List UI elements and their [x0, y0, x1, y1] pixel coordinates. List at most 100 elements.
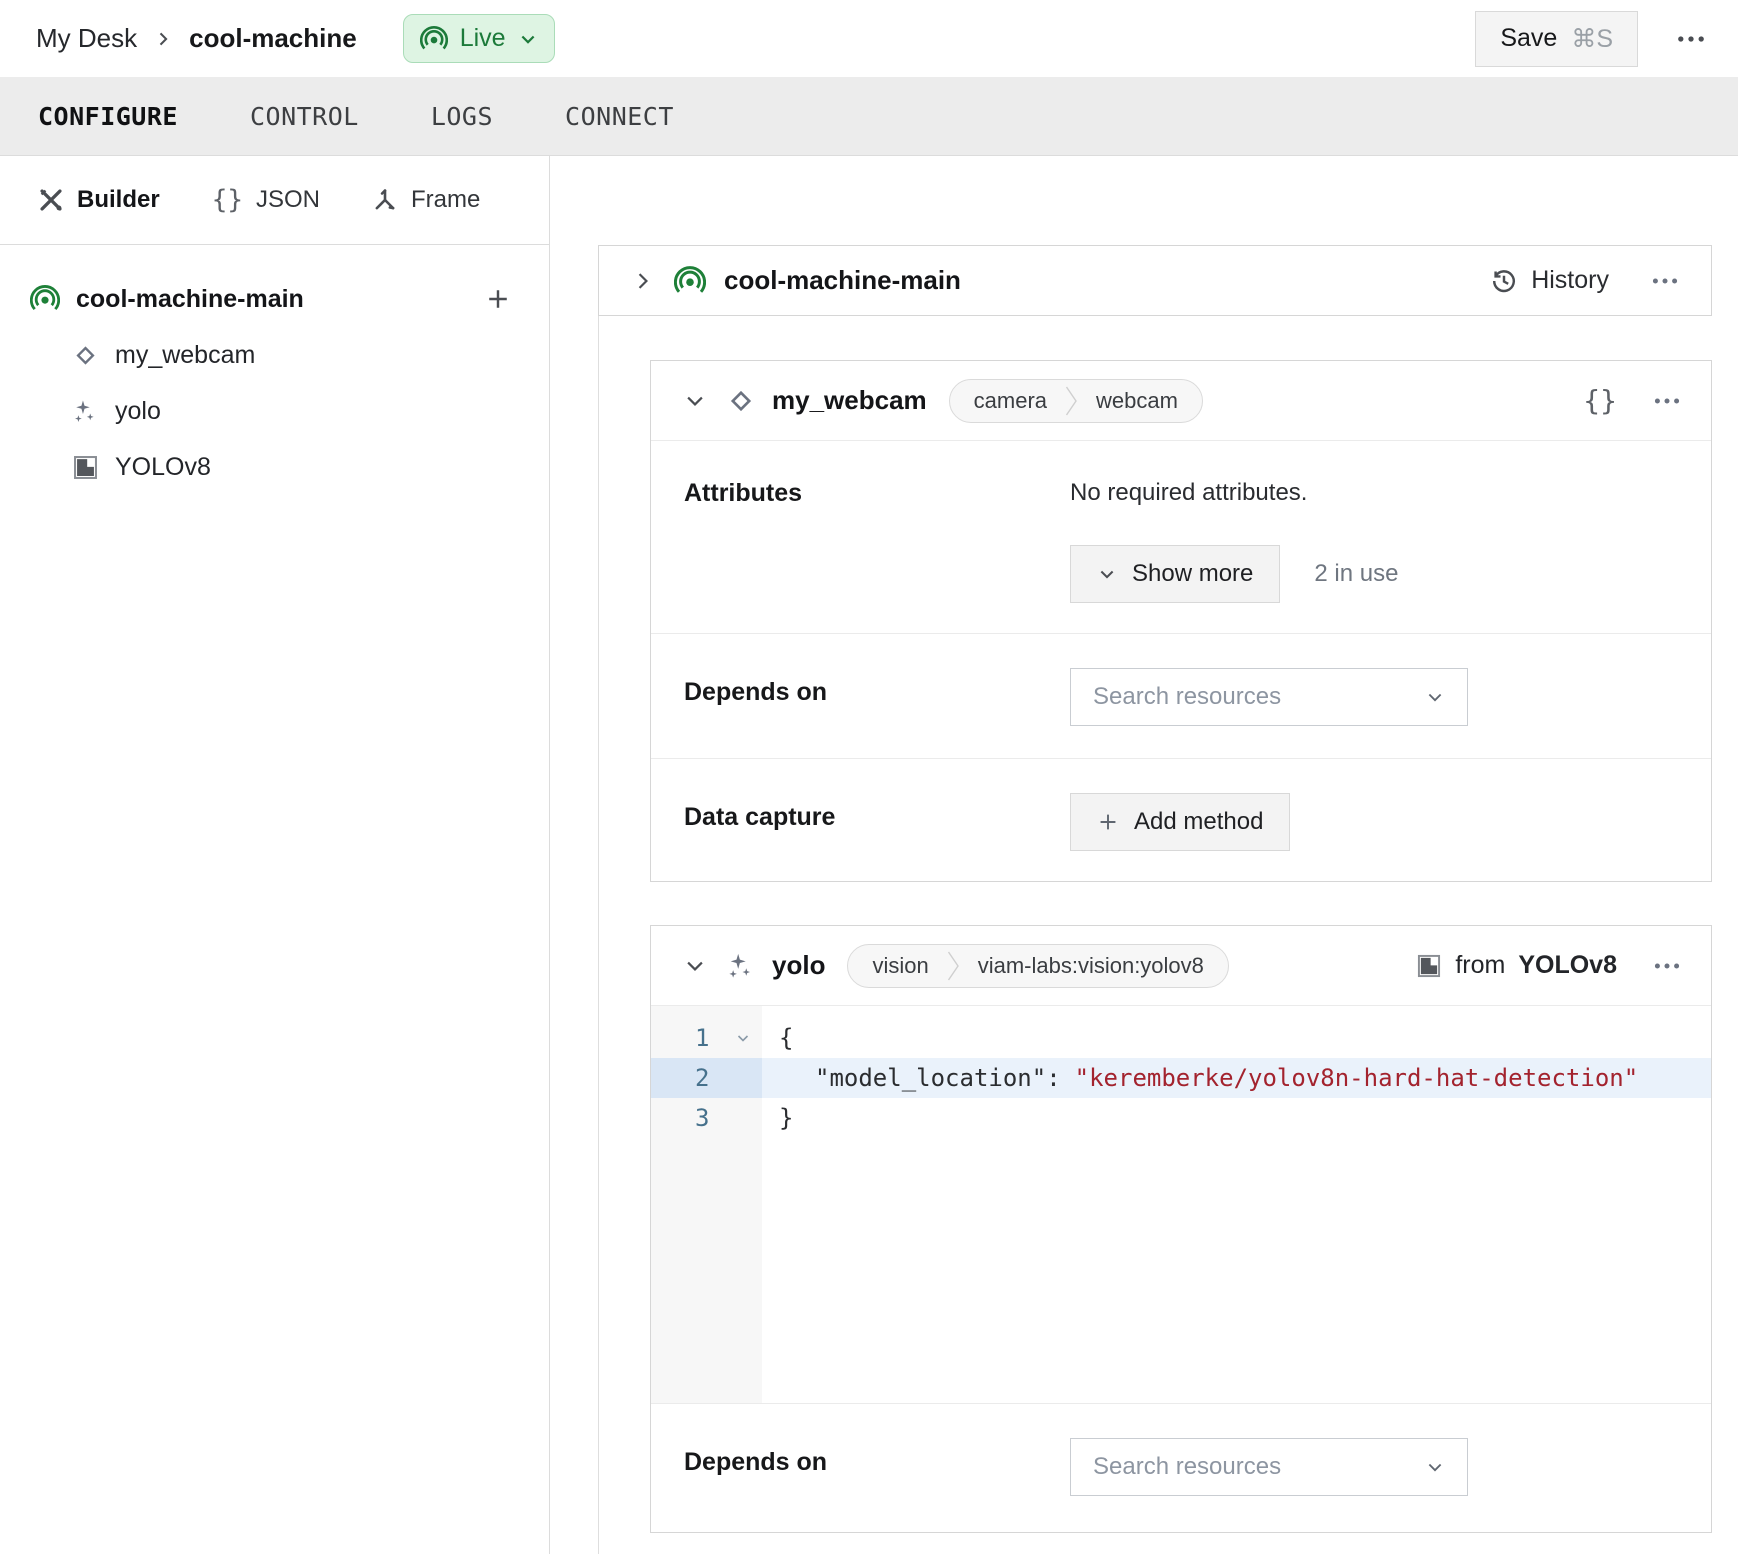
- tree-item-label: yolo: [115, 397, 161, 426]
- attributes-in-use-count: 2 in use: [1314, 560, 1398, 588]
- code-fold-icon[interactable]: [735, 1018, 751, 1058]
- add-method-label: Add method: [1134, 808, 1263, 836]
- tree-item-label: cool-machine-main: [76, 285, 304, 314]
- service-model: viam-labs:vision:yolov8: [960, 953, 1222, 979]
- machine-part-icon: [674, 265, 706, 297]
- camera-component-icon: [726, 386, 756, 416]
- camera-component-icon: [72, 342, 99, 369]
- config-row-data-capture: Data capture Add method: [651, 759, 1711, 883]
- mode-builder[interactable]: Builder: [38, 186, 160, 214]
- breadcrumb: My Desk cool-machine: [36, 23, 357, 54]
- editor-gutter: 1 2 3: [651, 1006, 762, 1403]
- module-icon: [72, 454, 99, 481]
- add-resource-button[interactable]: [485, 286, 511, 312]
- depends-on-label: Depends on: [651, 634, 1070, 758]
- chevron-down-icon: [1425, 1457, 1445, 1477]
- breadcrumb-chevron-icon: [153, 29, 173, 49]
- depends-on-label: Depends on: [651, 1404, 1070, 1533]
- chevron-down-icon: [1097, 564, 1117, 584]
- component-card-my-webcam: my_webcam camera webcam {} Attributes No…: [650, 360, 1712, 882]
- code-line-3: }: [762, 1098, 1711, 1138]
- from-prefix: from: [1455, 951, 1505, 980]
- mode-builder-label: Builder: [77, 186, 160, 214]
- history-button[interactable]: History: [1490, 266, 1609, 295]
- depends-on-select[interactable]: Search resources: [1070, 668, 1468, 726]
- save-label: Save: [1500, 24, 1557, 53]
- tree-item-yolov8-module[interactable]: YOLOv8: [0, 439, 549, 495]
- main-tab-bar: CONFIGURE CONTROL LOGS CONNECT: [0, 77, 1738, 156]
- mode-frame-label: Frame: [411, 186, 480, 214]
- machine-part-card: cool-machine-main History: [598, 245, 1712, 316]
- tab-configure[interactable]: CONFIGURE: [38, 102, 178, 131]
- json-string-value: "keremberke/yolov8n-hard-hat-detection": [1075, 1064, 1639, 1092]
- add-method-button[interactable]: Add method: [1070, 793, 1290, 851]
- show-more-button[interactable]: Show more: [1070, 545, 1280, 603]
- save-shortcut: ⌘S: [1571, 24, 1613, 54]
- card-more-menu-button[interactable]: [1651, 950, 1683, 982]
- plus-icon: [485, 286, 511, 312]
- config-mode-bar: Builder {} JSON Frame: [0, 156, 549, 245]
- config-main-panel: cool-machine-main History m: [551, 156, 1738, 1554]
- line-number: 1: [651, 1018, 762, 1058]
- ellipsis-icon: [1651, 950, 1683, 982]
- service-card-header: yolo vision viam-labs:vision:yolov8 f: [651, 926, 1711, 1006]
- builder-tools-icon: [38, 187, 64, 213]
- live-broadcast-icon: [420, 25, 448, 53]
- mode-frame[interactable]: Frame: [372, 186, 480, 214]
- tree-item-label: YOLOv8: [115, 453, 211, 482]
- edit-json-button[interactable]: {}: [1583, 384, 1617, 417]
- tab-control[interactable]: CONTROL: [250, 102, 359, 131]
- tab-logs[interactable]: LOGS: [431, 102, 493, 131]
- card-more-menu-button[interactable]: [1651, 385, 1683, 417]
- component-name: my_webcam: [772, 385, 927, 416]
- chevron-down-icon: [518, 29, 538, 49]
- collapse-card-button[interactable]: [684, 955, 706, 977]
- from-module-name: YOLOv8: [1518, 951, 1617, 980]
- depends-on-placeholder: Search resources: [1093, 1453, 1281, 1481]
- tab-connect[interactable]: CONNECT: [565, 102, 674, 131]
- editor-content[interactable]: { "model_location":"keremberke/yolov8n-h…: [762, 1006, 1711, 1403]
- line-number: 3: [651, 1098, 762, 1138]
- config-row-depends-on: Depends on Search resources: [651, 634, 1711, 759]
- component-model: webcam: [1078, 388, 1196, 414]
- line-number-active: 2: [651, 1058, 762, 1098]
- config-sidebar: Builder {} JSON Frame cool-mach: [0, 156, 550, 1554]
- badge-divider-icon: [947, 945, 960, 987]
- part-title: cool-machine-main: [724, 265, 961, 296]
- frame-axes-icon: [372, 187, 398, 213]
- save-button[interactable]: Save ⌘S: [1475, 11, 1638, 67]
- chevron-down-icon: [684, 390, 706, 412]
- code-line-1: {: [762, 1018, 1711, 1058]
- mode-json[interactable]: {} JSON: [212, 185, 320, 215]
- machine-status-live-button[interactable]: Live: [403, 14, 555, 63]
- module-icon: [1416, 953, 1442, 979]
- config-row-depends-on: Depends on Search resources: [651, 1403, 1711, 1533]
- header-actions: Save ⌘S: [1475, 11, 1708, 67]
- tree-item-yolo[interactable]: yolo: [0, 383, 549, 439]
- depends-on-select[interactable]: Search resources: [1070, 1438, 1468, 1496]
- code-line-2: "model_location":"keremberke/yolov8n-har…: [762, 1058, 1711, 1098]
- attributes-label: Attributes: [651, 441, 1070, 633]
- depends-on-placeholder: Search resources: [1093, 683, 1281, 711]
- tree-item-my-webcam[interactable]: my_webcam: [0, 327, 549, 383]
- history-clock-icon: [1490, 267, 1518, 295]
- attributes-empty-text: No required attributes.: [1070, 479, 1711, 507]
- header-more-menu-button[interactable]: [1674, 22, 1708, 56]
- json-attributes-editor[interactable]: 1 2 3 { "model_location":"keremberke/yol…: [651, 1006, 1711, 1403]
- mode-json-label: JSON: [256, 186, 320, 214]
- top-header: My Desk cool-machine Live Save ⌘S: [0, 0, 1738, 77]
- collapse-card-button[interactable]: [684, 390, 706, 412]
- component-type-badge: camera webcam: [949, 379, 1203, 423]
- part-more-menu-button[interactable]: [1649, 265, 1681, 297]
- vision-service-sparkles-icon: [72, 398, 99, 425]
- from-module-indicator: from YOLOv8: [1416, 951, 1617, 980]
- breadcrumb-parent-link[interactable]: My Desk: [36, 23, 137, 54]
- part-collapse-button[interactable]: [632, 270, 654, 292]
- resource-tree: cool-machine-main my_webcam yolo: [0, 245, 549, 495]
- breadcrumb-current: cool-machine: [189, 23, 357, 54]
- service-card-yolo: yolo vision viam-labs:vision:yolov8 f: [650, 925, 1712, 1533]
- history-label: History: [1531, 266, 1609, 295]
- show-more-label: Show more: [1132, 560, 1253, 588]
- ellipsis-icon: [1649, 265, 1681, 297]
- tree-item-machine-part[interactable]: cool-machine-main: [0, 271, 549, 327]
